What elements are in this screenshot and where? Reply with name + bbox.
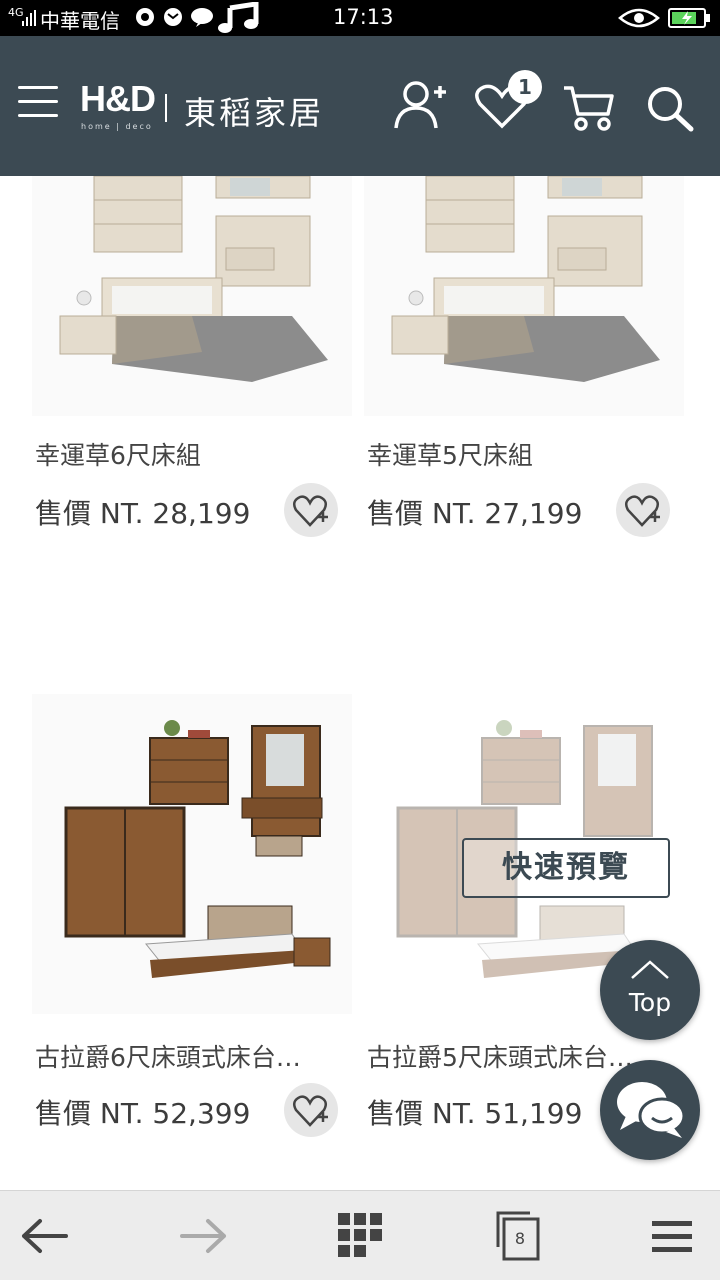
add-to-wishlist-button[interactable] xyxy=(284,1083,338,1137)
back-to-top-label: Top xyxy=(628,988,672,1017)
cart-icon[interactable] xyxy=(562,84,614,132)
logo-subtitle: home | deco xyxy=(81,122,153,131)
product-name[interactable]: 古拉爵6尺床頭式床台… xyxy=(35,1038,335,1074)
hamburger-menu-icon[interactable] xyxy=(652,1221,692,1253)
status-bar: 4G 中華電信 17:13 xyxy=(0,0,720,36)
menu-icon[interactable] xyxy=(18,84,58,120)
quick-view-button[interactable]: 快速預覽 xyxy=(462,838,670,898)
back-arrow-icon[interactable] xyxy=(20,1217,70,1255)
chevron-up-icon xyxy=(631,960,669,979)
product-name[interactable]: 幸運草5尺床組 xyxy=(367,436,667,472)
carrier-name: 中華電信 xyxy=(40,9,120,33)
tabs-count: 8 xyxy=(514,1229,526,1248)
logo-divider xyxy=(165,94,167,122)
eye-icon xyxy=(618,8,660,28)
site-logo[interactable]: H&D home | deco xyxy=(80,78,156,131)
heart-plus-icon xyxy=(292,495,328,527)
chat-button[interactable] xyxy=(600,1060,700,1160)
tabs-button[interactable]: 8 xyxy=(496,1211,540,1261)
product-price: 售價 NT. 51,199 xyxy=(367,1097,583,1130)
forward-arrow-icon[interactable] xyxy=(178,1217,228,1255)
wishlist-count-badge: 1 xyxy=(508,70,542,104)
site-header: H&D home | deco 東稻家居 1 xyxy=(0,36,720,176)
product-price: 售價 NT. 52,399 xyxy=(35,1097,251,1130)
chat-bubbles-icon xyxy=(617,1082,686,1138)
add-to-wishlist-button[interactable] xyxy=(616,483,670,537)
chrome-icon xyxy=(136,8,154,26)
product-name[interactable]: 幸運草6尺床組 xyxy=(35,436,335,472)
back-to-top-button[interactable]: Top xyxy=(600,940,700,1040)
product-image[interactable] xyxy=(32,176,352,416)
mail-icon xyxy=(164,8,182,26)
search-icon[interactable] xyxy=(646,86,696,132)
product-price: 售價 NT. 27,199 xyxy=(367,497,583,530)
battery-icon xyxy=(668,8,710,28)
add-to-wishlist-button[interactable] xyxy=(284,483,338,537)
line-icon xyxy=(191,8,213,27)
product-price: 售價 NT. 28,199 xyxy=(35,497,251,530)
user-add-icon[interactable] xyxy=(394,80,448,130)
product-image[interactable] xyxy=(364,176,684,416)
heart-plus-icon xyxy=(292,1095,328,1127)
logo-text: H&D xyxy=(80,78,156,119)
music-note-icon xyxy=(218,2,259,33)
product-image[interactable] xyxy=(32,694,352,1014)
signal-bars-icon xyxy=(22,10,36,26)
clock: 17:13 xyxy=(333,5,394,29)
apps-grid-icon[interactable] xyxy=(338,1213,384,1259)
brand-name: 東稻家居 xyxy=(184,94,325,132)
browser-bottom-nav: 8 xyxy=(0,1190,720,1280)
heart-plus-icon xyxy=(624,495,660,527)
